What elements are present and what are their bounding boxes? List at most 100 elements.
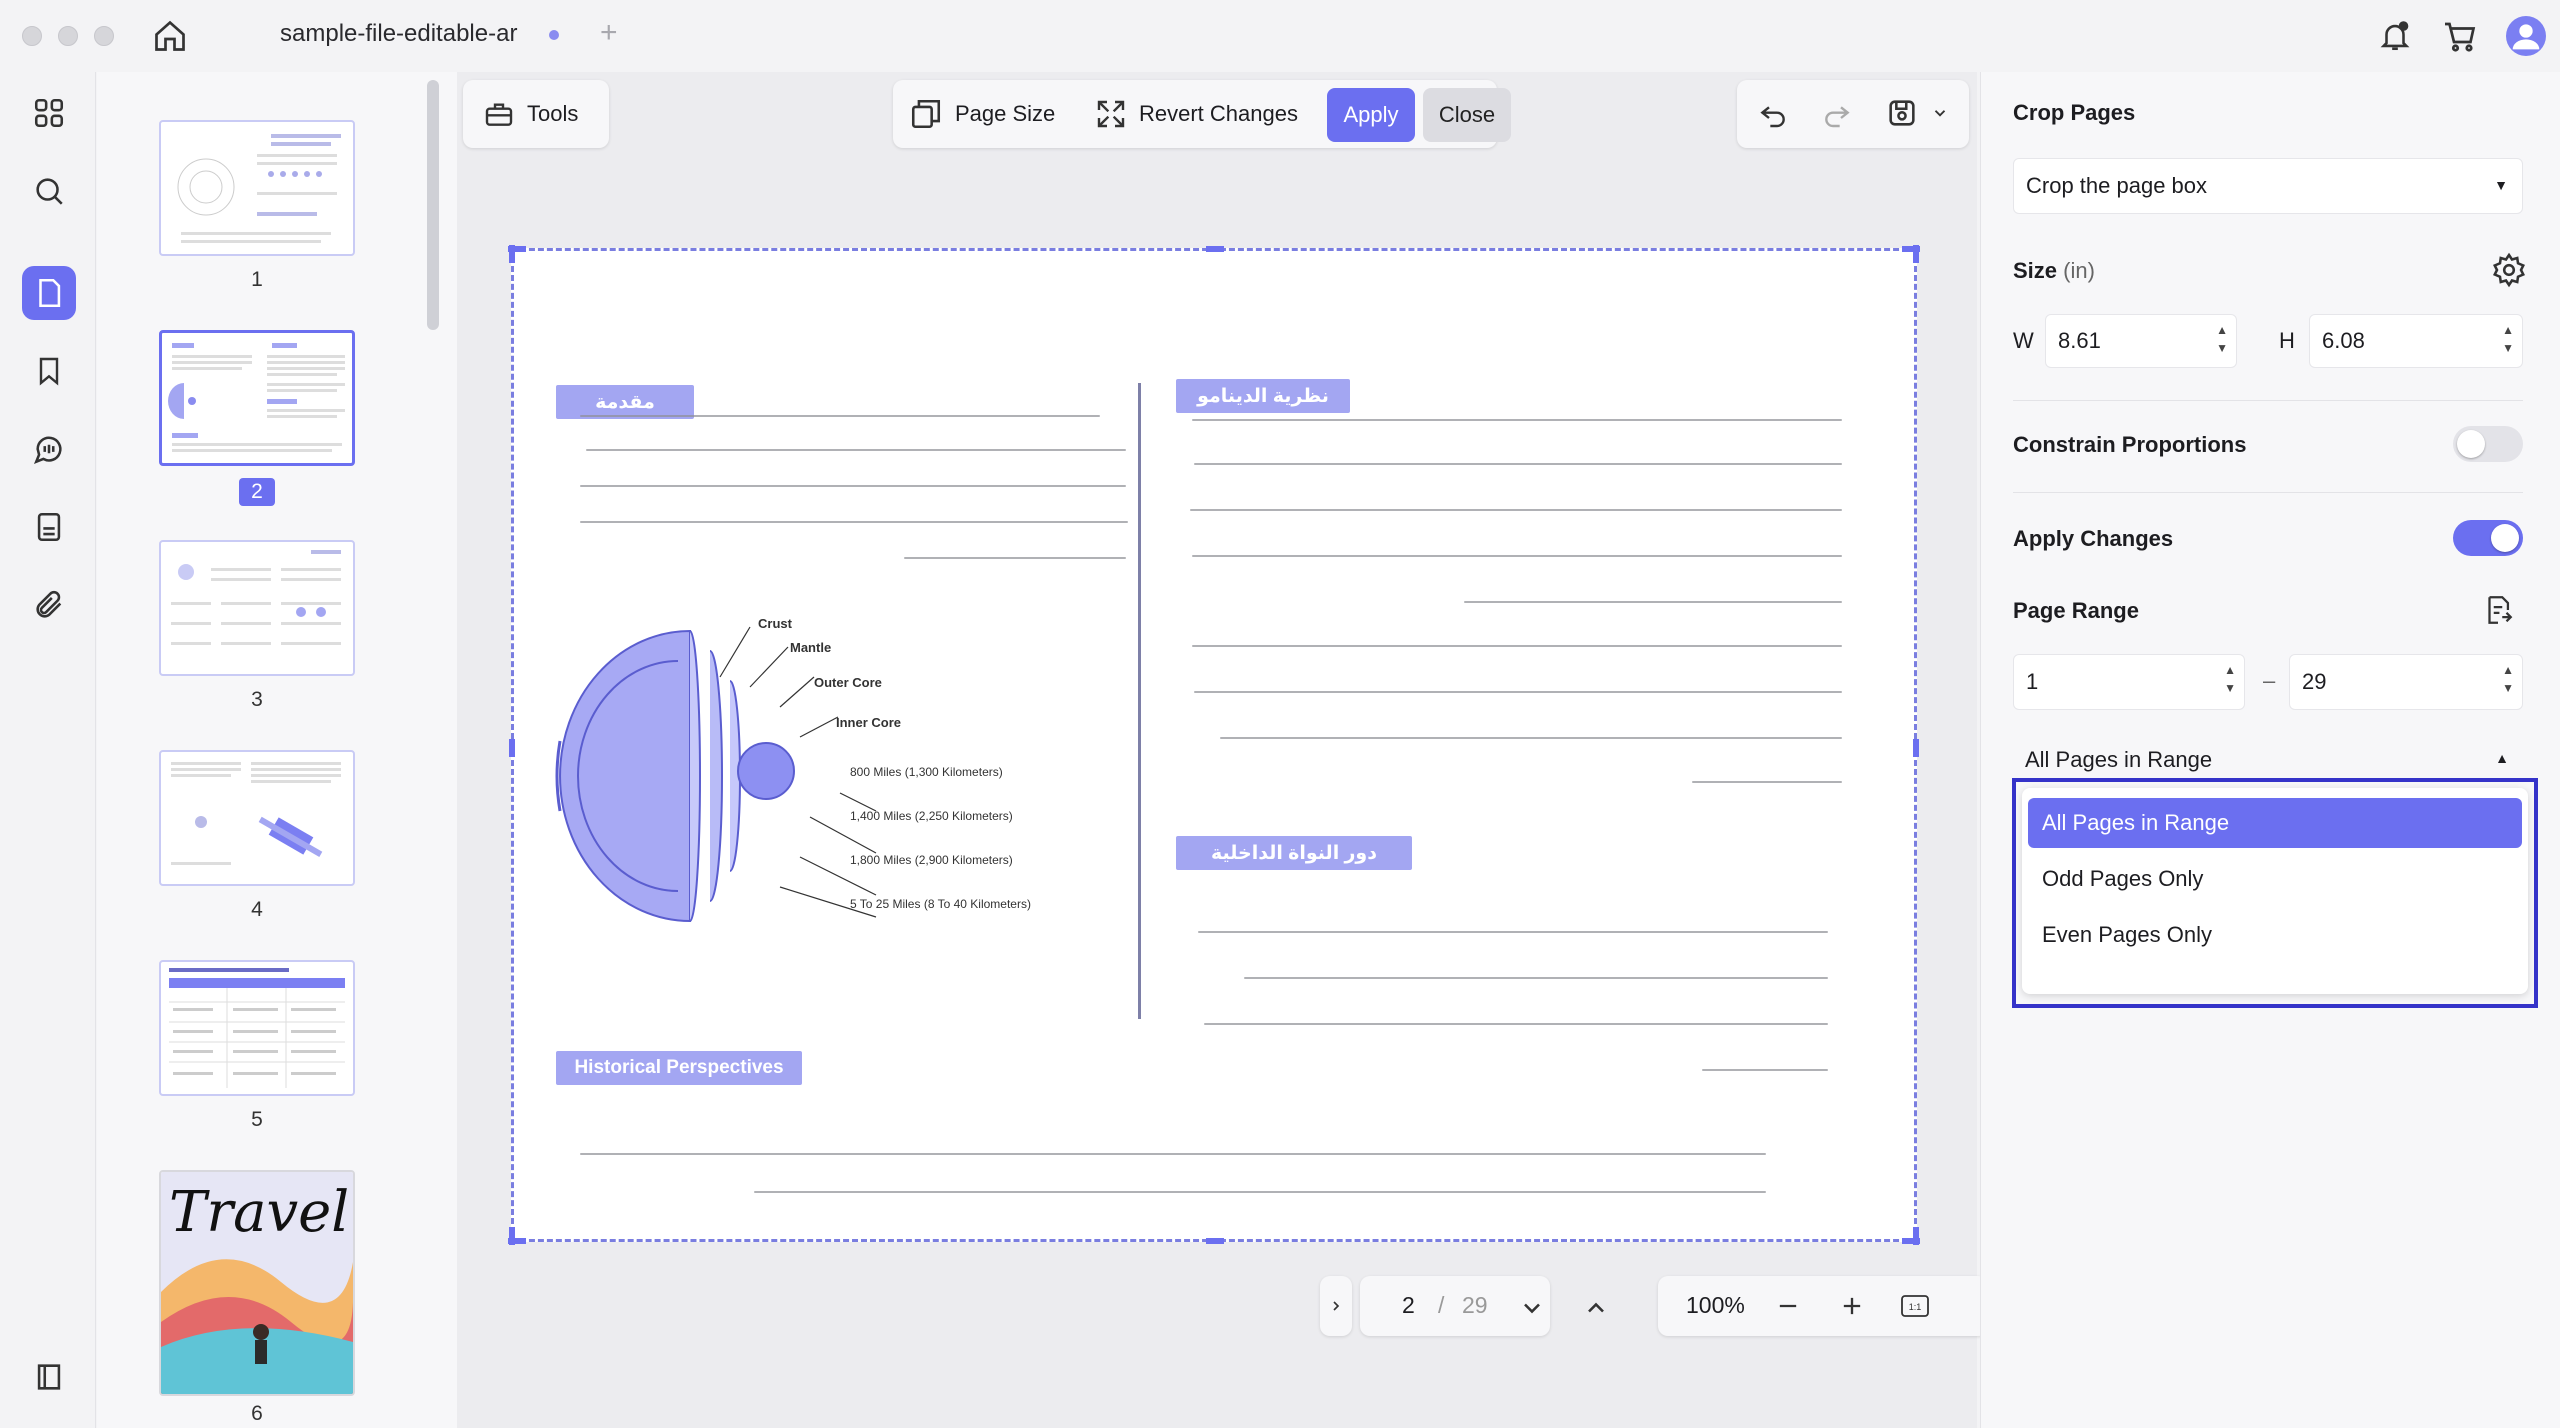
total-pages: 29 bbox=[1462, 1292, 1488, 1318]
apply-changes-toggle[interactable] bbox=[2453, 520, 2523, 556]
height-input[interactable]: 6.08 ▲ ▼ bbox=[2309, 314, 2523, 368]
crop-handle-tl-v[interactable] bbox=[509, 245, 515, 263]
attachment-icon[interactable] bbox=[22, 578, 76, 632]
page-size-icon bbox=[911, 99, 941, 129]
tools-button[interactable]: Tools bbox=[463, 80, 609, 148]
crop-pages-panel: Crop Pages Crop the page box ▼ Size (in)… bbox=[1980, 72, 2560, 1428]
option-even-pages[interactable]: Even Pages Only bbox=[2028, 910, 2522, 960]
actual-size-icon[interactable]: 1:1 bbox=[1900, 1292, 1930, 1325]
form-icon[interactable] bbox=[22, 500, 76, 554]
page-thumbnail[interactable] bbox=[159, 750, 355, 886]
toolbox-icon bbox=[485, 103, 513, 126]
save-options-chevron-icon[interactable] bbox=[1931, 104, 1949, 127]
zoom-out-icon[interactable] bbox=[1774, 1292, 1802, 1325]
sidebar-toggle-icon[interactable] bbox=[22, 1350, 76, 1404]
dropdown-list: All Pages in Range Odd Pages Only Even P… bbox=[2022, 788, 2528, 994]
page-thumbnail[interactable] bbox=[159, 540, 355, 676]
option-all-pages[interactable]: All Pages in Range bbox=[2028, 798, 2522, 848]
pages-icon[interactable] bbox=[22, 266, 76, 320]
prev-page-chevron-up-icon[interactable] bbox=[1582, 1294, 1610, 1327]
label-outer-core: Outer Core bbox=[814, 675, 882, 690]
size-label: Size (in) bbox=[2013, 258, 2095, 283]
page-thumbnail-travel-cover[interactable]: Travel bbox=[159, 1170, 355, 1396]
bookmark-icon[interactable] bbox=[22, 344, 76, 398]
main-canvas: Tools Page Size Revert Changes Apply Clo… bbox=[457, 72, 1977, 1428]
window-minimize-button[interactable] bbox=[58, 26, 78, 46]
chevron-right-icon bbox=[1333, 1301, 1340, 1311]
range-to-stepper-icon[interactable]: ▲ ▼ bbox=[2502, 661, 2514, 697]
pdf-page-crop-box[interactable]: مقدمة نظرية الدينامو دور النواة الداخلية… bbox=[508, 245, 1920, 1245]
page-range-icon[interactable] bbox=[2481, 592, 2515, 633]
crop-pages-title: Crop Pages bbox=[2013, 100, 2136, 125]
height-value: 6.08 bbox=[2322, 328, 2365, 353]
document-tab-title[interactable]: sample-file-editable-ar bbox=[280, 20, 517, 48]
cart-icon[interactable] bbox=[2442, 18, 2478, 54]
range-from-input[interactable]: 1 ▲ ▼ bbox=[2013, 654, 2245, 710]
home-icon[interactable] bbox=[152, 18, 188, 54]
zoom-in-icon[interactable] bbox=[1838, 1292, 1866, 1325]
height-stepper-icon[interactable]: ▲ ▼ bbox=[2502, 321, 2514, 357]
window-close-button[interactable] bbox=[22, 26, 42, 46]
settings-gear-icon[interactable] bbox=[2491, 252, 2527, 293]
range-from-stepper-icon[interactable]: ▲ ▼ bbox=[2224, 661, 2236, 697]
text-line bbox=[1692, 781, 1842, 783]
range-mode-dropdown-menu: All Pages in Range Odd Pages Only Even P… bbox=[2012, 778, 2538, 1008]
constrain-proportions-toggle[interactable] bbox=[2453, 426, 2523, 462]
size-unit: (in) bbox=[2063, 258, 2095, 283]
text-line bbox=[1194, 463, 1842, 465]
zoom-level[interactable]: 100% bbox=[1686, 1292, 1745, 1319]
page-thumbnail-selected[interactable] bbox=[159, 330, 355, 466]
crop-handle-bottom[interactable] bbox=[1206, 1238, 1224, 1244]
text-line bbox=[754, 1191, 1766, 1193]
text-line bbox=[586, 449, 1126, 451]
text-line bbox=[1192, 419, 1842, 421]
divider bbox=[2013, 492, 2523, 493]
range-from-value: 1 bbox=[2026, 669, 2039, 694]
search-icon[interactable] bbox=[22, 164, 76, 218]
next-page-chevron-down-icon[interactable] bbox=[1518, 1294, 1546, 1327]
thumbnail-cover-title: Travel bbox=[169, 1180, 350, 1245]
width-label: W bbox=[2013, 328, 2034, 353]
crop-handle-top[interactable] bbox=[1206, 246, 1224, 252]
crop-handle-tr-v[interactable] bbox=[1913, 245, 1919, 263]
revert-changes-button[interactable]: Revert Changes bbox=[1095, 92, 1298, 136]
window-zoom-button[interactable] bbox=[94, 26, 114, 46]
crop-handle-left[interactable] bbox=[509, 739, 515, 757]
avatar[interactable] bbox=[2506, 16, 2546, 56]
notification-bell-icon[interactable] bbox=[2378, 18, 2412, 54]
new-tab-plus-icon[interactable]: + bbox=[600, 16, 618, 50]
option-odd-pages[interactable]: Odd Pages Only bbox=[2028, 854, 2522, 904]
page-thumbnail[interactable] bbox=[159, 960, 355, 1096]
save-icon[interactable] bbox=[1885, 96, 1919, 135]
crop-mode-select[interactable]: Crop the page box ▼ bbox=[2013, 158, 2523, 214]
undo-icon[interactable] bbox=[1757, 98, 1789, 135]
current-page-input[interactable]: 2 bbox=[1402, 1292, 1415, 1319]
divider bbox=[2013, 400, 2523, 401]
apply-button[interactable]: Apply bbox=[1327, 88, 1415, 142]
text-line bbox=[580, 521, 1128, 523]
range-to-value: 29 bbox=[2302, 669, 2327, 694]
expand-arrows-icon bbox=[1097, 100, 1125, 128]
page-separator: / bbox=[1438, 1292, 1445, 1318]
redo-icon[interactable] bbox=[1821, 98, 1853, 135]
crop-handle-right[interactable] bbox=[1913, 739, 1919, 757]
apps-grid-icon[interactable] bbox=[22, 86, 76, 140]
unsaved-dot-icon bbox=[549, 30, 559, 40]
width-input[interactable]: 8.61 ▲ ▼ bbox=[2045, 314, 2237, 368]
close-button[interactable]: Close bbox=[1423, 88, 1511, 142]
text-line bbox=[580, 485, 1126, 487]
page-size-button[interactable]: Page Size bbox=[909, 92, 1055, 136]
comment-icon[interactable] bbox=[22, 422, 76, 476]
crop-handle-bl-v[interactable] bbox=[509, 1227, 515, 1245]
thumbnail-scrollbar[interactable] bbox=[427, 80, 439, 330]
column-divider bbox=[1138, 383, 1141, 1019]
page-thumbnail[interactable] bbox=[159, 120, 355, 256]
width-stepper-icon[interactable]: ▲ ▼ bbox=[2216, 321, 2228, 357]
text-line bbox=[1192, 645, 1842, 647]
range-to-input[interactable]: 29 ▲ ▼ bbox=[2289, 654, 2523, 710]
constrain-proportions-label: Constrain Proportions bbox=[2013, 432, 2247, 457]
crop-handle-br-v[interactable] bbox=[1913, 1227, 1919, 1245]
svg-text:1:1: 1:1 bbox=[1909, 1302, 1922, 1312]
nav-expand-button[interactable] bbox=[1320, 1276, 1352, 1336]
heading-intro: مقدمة bbox=[556, 385, 694, 419]
